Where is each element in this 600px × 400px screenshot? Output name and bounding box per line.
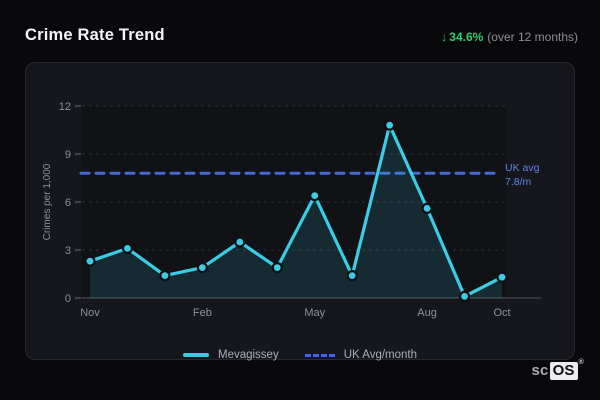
registered-trademark: ®	[578, 359, 584, 366]
legend-label: Mevagissey	[217, 349, 279, 361]
svg-text:6: 6	[65, 197, 71, 209]
legend-item-mevagissey[interactable]: Mevagissey	[182, 349, 279, 361]
svg-text:0: 0	[65, 293, 71, 305]
svg-text:9: 9	[65, 149, 71, 161]
scos-logo: sc OS ®	[531, 359, 584, 380]
dashed-line-swatch-icon	[304, 353, 335, 357]
svg-text:Feb: Feb	[193, 307, 212, 319]
svg-text:12: 12	[59, 101, 71, 113]
svg-text:Aug: Aug	[417, 307, 437, 319]
svg-text:7.8/m: 7.8/m	[505, 176, 532, 188]
svg-text:3: 3	[65, 245, 71, 257]
crime-trend-line-chart[interactable]: 0 3 6 9 12 Nov Feb May Aug Oct Crimes per 1,000 UK …	[26, 63, 576, 361]
svg-text:UK avg: UK avg	[505, 162, 540, 174]
logo-prefix: sc	[531, 362, 549, 379]
legend-item-uk-avg[interactable]: UK Avg/month	[304, 349, 418, 361]
chart-card: 0 3 6 9 12 Nov Feb May Aug Oct Crimes per 1,000 UK …	[25, 62, 575, 360]
trend-context: (over 12 months)	[487, 30, 578, 44]
solid-line-swatch-icon	[182, 353, 209, 357]
svg-text:Nov: Nov	[80, 307, 100, 319]
svg-text:Oct: Oct	[493, 307, 510, 319]
svg-text:Crimes per 1,000: Crimes per 1,000	[42, 163, 53, 240]
page-title: Crime Rate Trend	[25, 26, 165, 44]
legend-label: UK Avg/month	[343, 349, 418, 361]
trend-down-arrow-icon: ↓	[441, 30, 448, 44]
chart-legend: Mevagissey UK Avg/month	[0, 349, 600, 361]
logo-suffix: OS	[549, 362, 578, 380]
svg-text:May: May	[304, 307, 325, 319]
crime-rate-dashboard: Crime Rate Trend ↓ 34.6% (over 12 months) …	[0, 0, 600, 400]
trend-indicator: ↓ 34.6% (over 12 months)	[441, 30, 578, 44]
trend-percent: 34.6%	[449, 30, 484, 44]
